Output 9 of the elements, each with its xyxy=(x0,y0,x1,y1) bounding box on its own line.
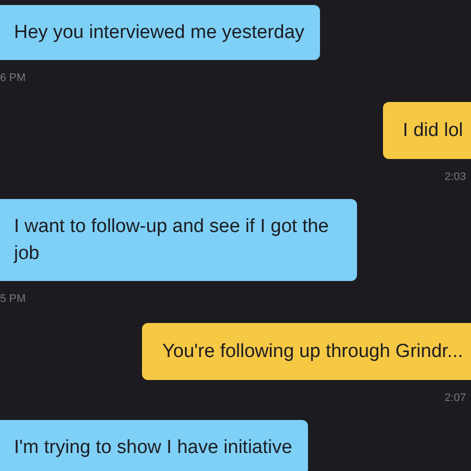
message-bubble: I did lol xyxy=(382,102,471,158)
timestamp: 2:03 xyxy=(444,170,467,184)
message-bubble: You're following up through Grindr... xyxy=(142,322,471,380)
message-bubble: Hey you interviewed me yesterday xyxy=(0,5,320,60)
timestamp: 5 PM xyxy=(0,292,26,307)
timestamp: 6 PM xyxy=(0,71,26,86)
message-bubble: I'm trying to show I have initiative xyxy=(0,420,308,471)
timestamp: 2:07 xyxy=(444,390,467,406)
message-bubble: I want to follow-up and see if I got the job xyxy=(0,199,357,281)
